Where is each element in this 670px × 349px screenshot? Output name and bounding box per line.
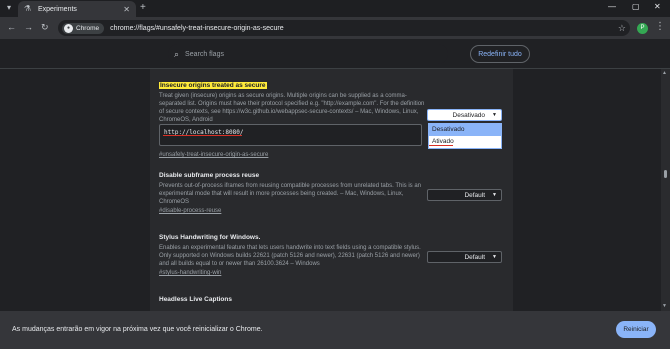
flag-link-wrap: #unsafely-treat-insecure-origin-as-secur… — [159, 150, 425, 158]
new-tab-button[interactable]: + — [140, 2, 146, 13]
flags-list: Insecure origins treated as secure Treat… — [150, 69, 513, 311]
tab-experiments[interactable]: ⚗ Experiments ✕ — [18, 1, 136, 17]
url-text[interactable]: chrome://flags/#unsafely-treat-insecure-… — [110, 25, 618, 32]
relaunch-button[interactable]: Reiniciar — [616, 321, 656, 338]
select-value: Default — [464, 253, 486, 261]
title-bar: ▾ ⚗ Experiments ✕ + — ▢ ✕ — [0, 0, 670, 17]
close-window-button[interactable]: ✕ — [654, 2, 661, 11]
search-icon: ⌕ — [174, 48, 180, 59]
flag-title: Headless Live Captions — [159, 296, 232, 303]
address-bar[interactable]: ● Chrome chrome://flags/#unsafely-treat-… — [58, 20, 630, 36]
chrome-icon: ● — [64, 23, 73, 33]
flag-select-insecure-origins[interactable]: Desativado ▼ — [427, 109, 502, 121]
search-input[interactable]: ⌕ Search flags — [168, 44, 448, 64]
flag-link[interactable]: #stylus-handwriting-win — [159, 270, 425, 276]
flag-title: Insecure origins treated as secure — [159, 82, 267, 89]
flag-stylus-handwriting: Stylus Handwriting for Windows. Enables … — [159, 234, 425, 276]
chevron-down-icon: ▼ — [492, 192, 497, 198]
relaunch-message: As mudanças entrarão em vigor na próxima… — [12, 326, 263, 333]
flag-link[interactable]: #disable-process-reuse — [159, 208, 425, 214]
option-enabled[interactable]: Ativado — [429, 136, 501, 148]
page-scrollbar[interactable]: ▲ ▼ — [661, 69, 670, 311]
tab-search-icon[interactable]: ▾ — [4, 3, 14, 13]
flag-insecure-origins: Insecure origins treated as secure Treat… — [159, 74, 425, 124]
option-disabled[interactable]: Desativado — [429, 124, 501, 136]
flag-disable-process-reuse: Disable subframe process reuse Prevents … — [159, 172, 425, 214]
scrollbar-thumb[interactable] — [664, 170, 667, 178]
flag-select-process-reuse[interactable]: Default ▼ — [427, 189, 502, 201]
reload-icon[interactable]: ↻ — [41, 22, 49, 33]
flag-description: Enables an experimental feature that let… — [159, 245, 421, 267]
profile-avatar[interactable]: P — [637, 23, 648, 34]
tab-title: Experiments — [38, 5, 77, 13]
more-menu-icon[interactable]: ⋮ — [655, 21, 665, 32]
forward-icon[interactable]: → — [24, 22, 33, 32]
reset-all-button[interactable]: Redefinir tudo — [470, 45, 530, 63]
scroll-up-icon[interactable]: ▲ — [662, 70, 667, 76]
flag-title: Stylus Handwriting for Windows. — [159, 234, 261, 241]
relaunch-bar: As mudanças entrarão em vigor na próxima… — [0, 311, 670, 349]
flask-icon: ⚗ — [24, 4, 32, 13]
chevron-down-icon: ▼ — [492, 112, 497, 118]
flag-description: Prevents out-of-process iframes from reu… — [159, 183, 422, 205]
scroll-down-icon[interactable]: ▼ — [662, 303, 667, 309]
minimize-button[interactable]: — — [608, 2, 616, 11]
flag-link[interactable]: #unsafely-treat-insecure-origin-as-secur… — [159, 152, 425, 158]
flag-title: Disable subframe process reuse — [159, 172, 260, 179]
spellcheck-underline — [429, 145, 453, 146]
select-value: Desativado — [452, 111, 486, 119]
chip-label: Chrome — [76, 24, 100, 32]
chevron-down-icon: ▼ — [492, 254, 497, 260]
flag-headless-live-captions: Headless Live Captions — [159, 296, 425, 306]
back-icon[interactable]: ← — [7, 22, 16, 32]
site-info-chip[interactable]: ● Chrome — [62, 22, 105, 34]
spellcheck-underline — [163, 135, 242, 136]
bookmark-star-icon[interactable]: ☆ — [618, 23, 626, 34]
search-placeholder: Search flags — [185, 50, 224, 58]
select-value: Default — [464, 191, 486, 199]
maximize-button[interactable]: ▢ — [632, 2, 640, 11]
flag-select-stylus-handwriting[interactable]: Default ▼ — [427, 251, 502, 263]
flag-description: Treat given (insecure) origins as secure… — [159, 93, 425, 123]
close-tab-icon[interactable]: ✕ — [123, 5, 130, 14]
